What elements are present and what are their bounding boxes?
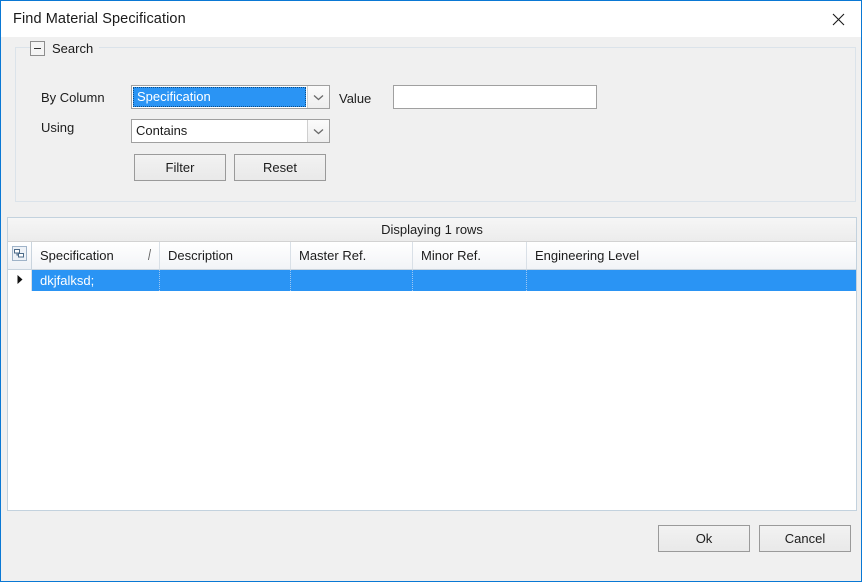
close-x-icon [832, 13, 845, 26]
current-row-arrow-icon [16, 272, 24, 290]
value-label: Value [339, 91, 372, 106]
results-grid-panel: Displaying 1 rows Specification / Descri… [7, 217, 857, 511]
using-label: Using [41, 120, 75, 135]
minus-collapse-icon [34, 47, 41, 49]
grid-row-indicator [8, 270, 32, 291]
table-cell-specification[interactable]: dkjfalksd; [32, 270, 160, 291]
by-column-dropdown-arrow[interactable] [307, 86, 329, 108]
grid-column-header-description[interactable]: Description [160, 242, 291, 269]
using-combobox[interactable]: Contains [131, 119, 330, 143]
select-all-grid-icon [12, 245, 27, 266]
table-row[interactable]: dkjfalksd; [8, 270, 856, 291]
grid-column-header-label: Specification [40, 248, 114, 263]
grid-column-header-label: Minor Ref. [421, 248, 481, 263]
grid-empty-area [8, 291, 856, 509]
grid-column-header-label: Description [168, 248, 234, 263]
table-cell-description[interactable] [160, 270, 291, 291]
sort-ascending-icon: / [147, 247, 151, 264]
ok-button[interactable]: Ok [658, 525, 750, 552]
grid-column-header-label: Master Ref. [299, 248, 367, 263]
grid-column-header-specification[interactable]: Specification / [32, 242, 160, 269]
grid-column-header-master-ref[interactable]: Master Ref. [291, 242, 413, 269]
by-column-combobox[interactable]: Specification [131, 85, 330, 109]
find-material-specification-dialog: Find Material Specification Search By Co… [0, 0, 862, 582]
chevron-down-icon [313, 94, 324, 101]
collapse-toggle-button[interactable] [30, 40, 45, 56]
table-cell-master-ref[interactable] [291, 270, 413, 291]
value-input[interactable] [393, 85, 597, 109]
grid-column-header-label: Engineering Level [535, 248, 640, 263]
title-bar: Find Material Specification [1, 1, 861, 37]
search-group-header: Search [30, 39, 100, 57]
cancel-button[interactable]: Cancel [759, 525, 851, 552]
grid-header-row: Specification / Description Master Ref. … [8, 242, 856, 270]
grid-row-count-caption: Displaying 1 rows [8, 218, 856, 242]
by-column-selected-value: Specification [137, 89, 211, 104]
by-column-label: By Column [41, 90, 105, 105]
chevron-down-icon [313, 128, 324, 135]
grid-select-all-cell[interactable] [8, 242, 32, 269]
table-cell-engineering-level[interactable] [527, 270, 856, 291]
search-group-title: Search [52, 40, 94, 56]
grid-column-header-engineering-level[interactable]: Engineering Level [527, 242, 856, 269]
using-dropdown-arrow[interactable] [307, 120, 329, 142]
using-selected-value: Contains [136, 123, 188, 138]
grid-column-header-minor-ref[interactable]: Minor Ref. [413, 242, 527, 269]
table-cell-minor-ref[interactable] [413, 270, 527, 291]
filter-button[interactable]: Filter [134, 154, 226, 181]
window-title: Find Material Specification [13, 11, 186, 27]
close-button[interactable] [815, 1, 861, 37]
reset-button[interactable]: Reset [234, 154, 326, 181]
